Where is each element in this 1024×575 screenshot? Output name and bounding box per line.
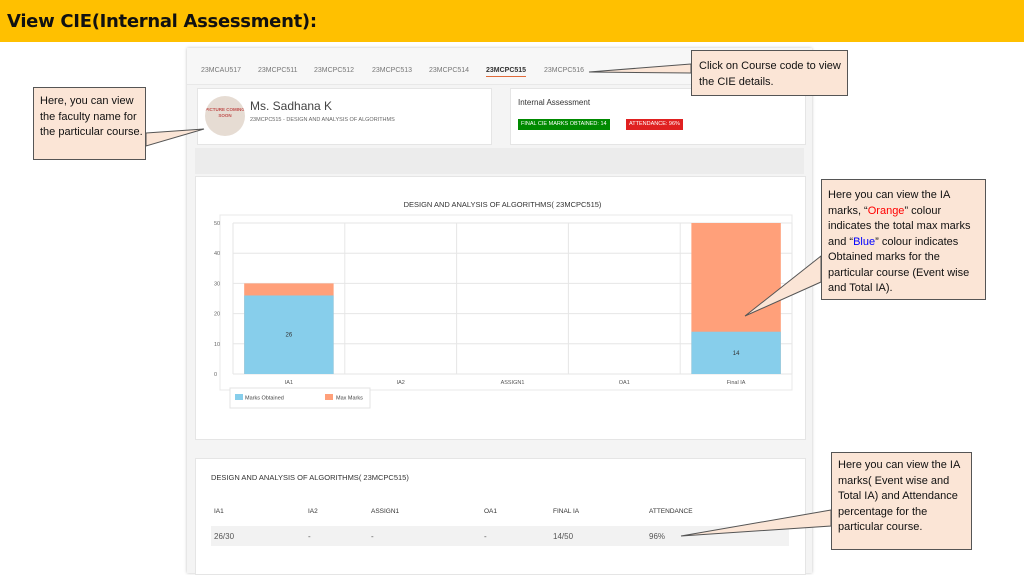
faculty-callout-text: Here, you can view the faculty name for … (40, 95, 143, 138)
faculty-pointer (145, 128, 205, 147)
course-code-callout: Click on Course code to view the CIE det… (691, 50, 848, 96)
chart-pointer (744, 254, 822, 317)
blue-word: Blue (853, 235, 876, 248)
chart-callout-text: Here you can view the IA marks, “Orange”… (828, 188, 984, 297)
orange-word: Orange (867, 204, 905, 217)
course-code-callout-text: Click on Course code to view the CIE det… (699, 60, 841, 88)
course-code-pointer (588, 63, 692, 74)
table-pointer (680, 509, 832, 537)
chart-callout: Here you can view the IA marks, “Orange”… (821, 179, 986, 300)
table-callout: Here you can view the IA marks( Event wi… (831, 452, 972, 550)
table-callout-text: Here you can view the IA marks( Event wi… (838, 459, 960, 533)
faculty-callout: Here, you can view the faculty name for … (33, 87, 146, 160)
